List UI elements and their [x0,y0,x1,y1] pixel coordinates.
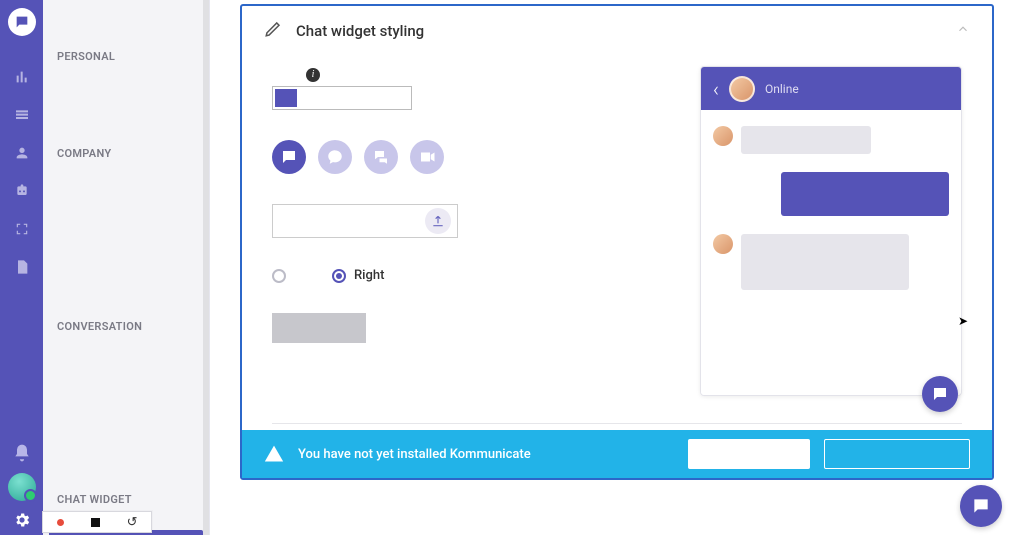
position-radio-group: Right [272,268,612,283]
styling-card: Chat widget styling i [240,4,994,480]
icon-option-bubble-bars[interactable] [272,140,306,174]
sidebar-section-company[interactable]: COMPANY [57,147,195,160]
agent-avatar [729,76,755,102]
main-content: Chat widget styling i [210,0,1024,535]
custom-icon-upload[interactable] [272,204,458,238]
messages-icon[interactable] [13,106,31,124]
message-bubble [741,126,871,154]
stop-icon[interactable] [91,518,100,527]
outgoing-message [713,172,949,216]
chat-header: ‹ Online [701,67,961,110]
divider [272,423,962,424]
collapse-icon[interactable] [13,220,31,238]
warning-icon [264,444,284,464]
screen-recorder-bar: ↺ [42,511,152,533]
notifications-icon[interactable] [12,443,32,463]
incoming-message [713,126,949,154]
launcher-fab-preview [922,376,958,412]
nav-rail [0,0,43,535]
position-right[interactable]: Right [332,268,384,283]
message-bubble [781,172,949,216]
banner-text: You have not yet installed Kommunicate [298,447,531,462]
icon-option-video[interactable] [410,140,444,174]
chat-preview: ‹ Online [700,66,962,396]
position-right-label: Right [354,268,384,283]
icon-option-double-speech[interactable] [364,140,398,174]
banner-secondary-button[interactable] [824,439,970,469]
analytics-icon[interactable] [13,68,31,86]
users-icon[interactable] [13,144,31,162]
chat-window: ‹ Online [700,66,962,396]
page-launcher-fab[interactable] [960,485,1002,527]
incoming-message [713,234,949,290]
disabled-button [272,313,366,343]
back-icon[interactable]: ‹ [713,77,719,101]
bot-icon[interactable] [13,182,31,200]
document-icon[interactable] [13,258,31,276]
record-icon[interactable] [57,519,64,526]
message-avatar [713,234,733,254]
restart-icon[interactable]: ↺ [127,515,138,530]
card-title: Chat widget styling [296,22,424,40]
banner-primary-button[interactable] [688,439,810,469]
sidebar: PERSONAL COMPANY CONVERSATION CHAT WIDGE… [43,0,210,535]
profile-avatar[interactable] [8,473,36,501]
color-swatch [275,89,297,107]
icon-option-speech[interactable] [318,140,352,174]
agent-status: Online [765,82,799,96]
sidebar-section-chatwidget[interactable]: CHAT WIDGET [57,493,195,506]
pencil-icon [264,20,282,42]
sidebar-section-conversation[interactable]: CONVERSATION [57,320,195,333]
settings-icon[interactable] [13,511,31,529]
message-bubble [741,234,909,290]
sidebar-section-personal[interactable]: PERSONAL [57,50,195,63]
install-banner: You have not yet installed Kommunicate [242,430,992,478]
message-avatar [713,126,733,146]
position-left[interactable] [272,269,286,283]
primary-color-input[interactable] [272,86,412,110]
upload-icon[interactable] [425,208,451,234]
collapse-chevron-icon[interactable] [956,22,970,40]
info-icon[interactable]: i [306,68,320,82]
launcher-icon-picker [272,140,612,174]
app-logo-icon[interactable] [8,8,36,36]
